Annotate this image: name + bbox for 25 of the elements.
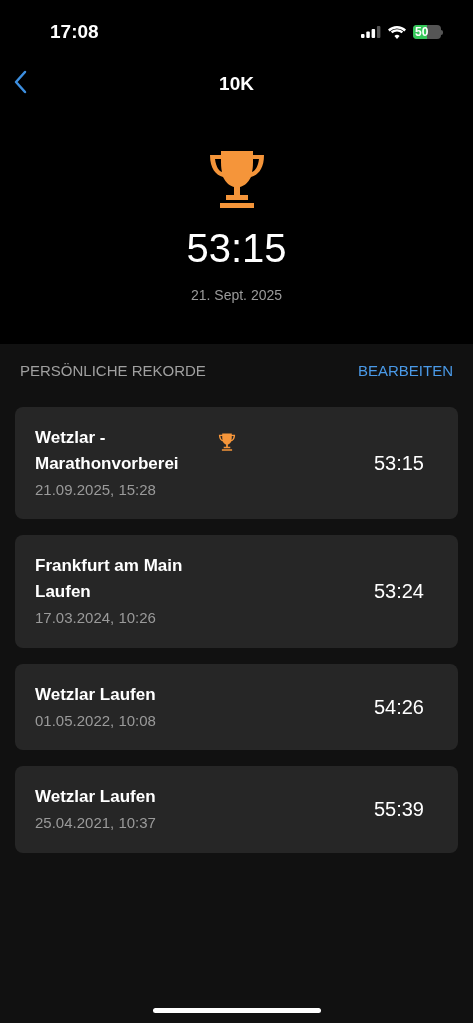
- section-title: PERSÖNLICHE REKORDE: [20, 361, 206, 381]
- record-title: Wetzlar Laufen: [35, 786, 156, 808]
- record-title: Wetzlar - Marathonvorberei: [35, 426, 180, 475]
- record-title: Wetzlar Laufen: [35, 683, 156, 706]
- record-card[interactable]: Frankfurt am Main Laufen 17.03.2024, 10:26 53:24: [15, 535, 458, 648]
- record-date: 17.03.2024, 10:26: [35, 608, 157, 628]
- record-time: 53:15: [373, 450, 424, 476]
- back-button[interactable]: [14, 70, 28, 94]
- record-time: 55:39: [373, 797, 424, 823]
- record-date: 21.09.2025, 15:28: [35, 479, 157, 500]
- record-title: Frankfurt am Main Laufen: [35, 555, 184, 603]
- record-card[interactable]: Wetzlar - Marathonvorberei 21.09.2025, 15:28 53:15: [15, 406, 458, 519]
- edit-button[interactable]: BEARBEITEN: [357, 360, 453, 383]
- record-card[interactable]: Wetzlar Laufen 01.05.2022, 10:08 54:26: [15, 663, 458, 750]
- record-date: 25.04.2021, 10:37: [35, 813, 156, 833]
- status-time: 17:08: [50, 19, 99, 44]
- record-date: 21. Sept. 2025: [190, 286, 283, 305]
- record-card[interactable]: Wetzlar Laufen 25.04.2021, 10:37 55:39: [15, 766, 458, 853]
- record-time: 53:15: [186, 225, 287, 272]
- wifi-icon: [388, 25, 406, 39]
- page-title: 10K: [219, 71, 254, 96]
- record-time: 53:24: [373, 579, 424, 605]
- signal-icon: [361, 26, 381, 38]
- record-time: 54:26: [373, 694, 424, 720]
- record-date: 01.05.2022, 10:08: [35, 710, 156, 731]
